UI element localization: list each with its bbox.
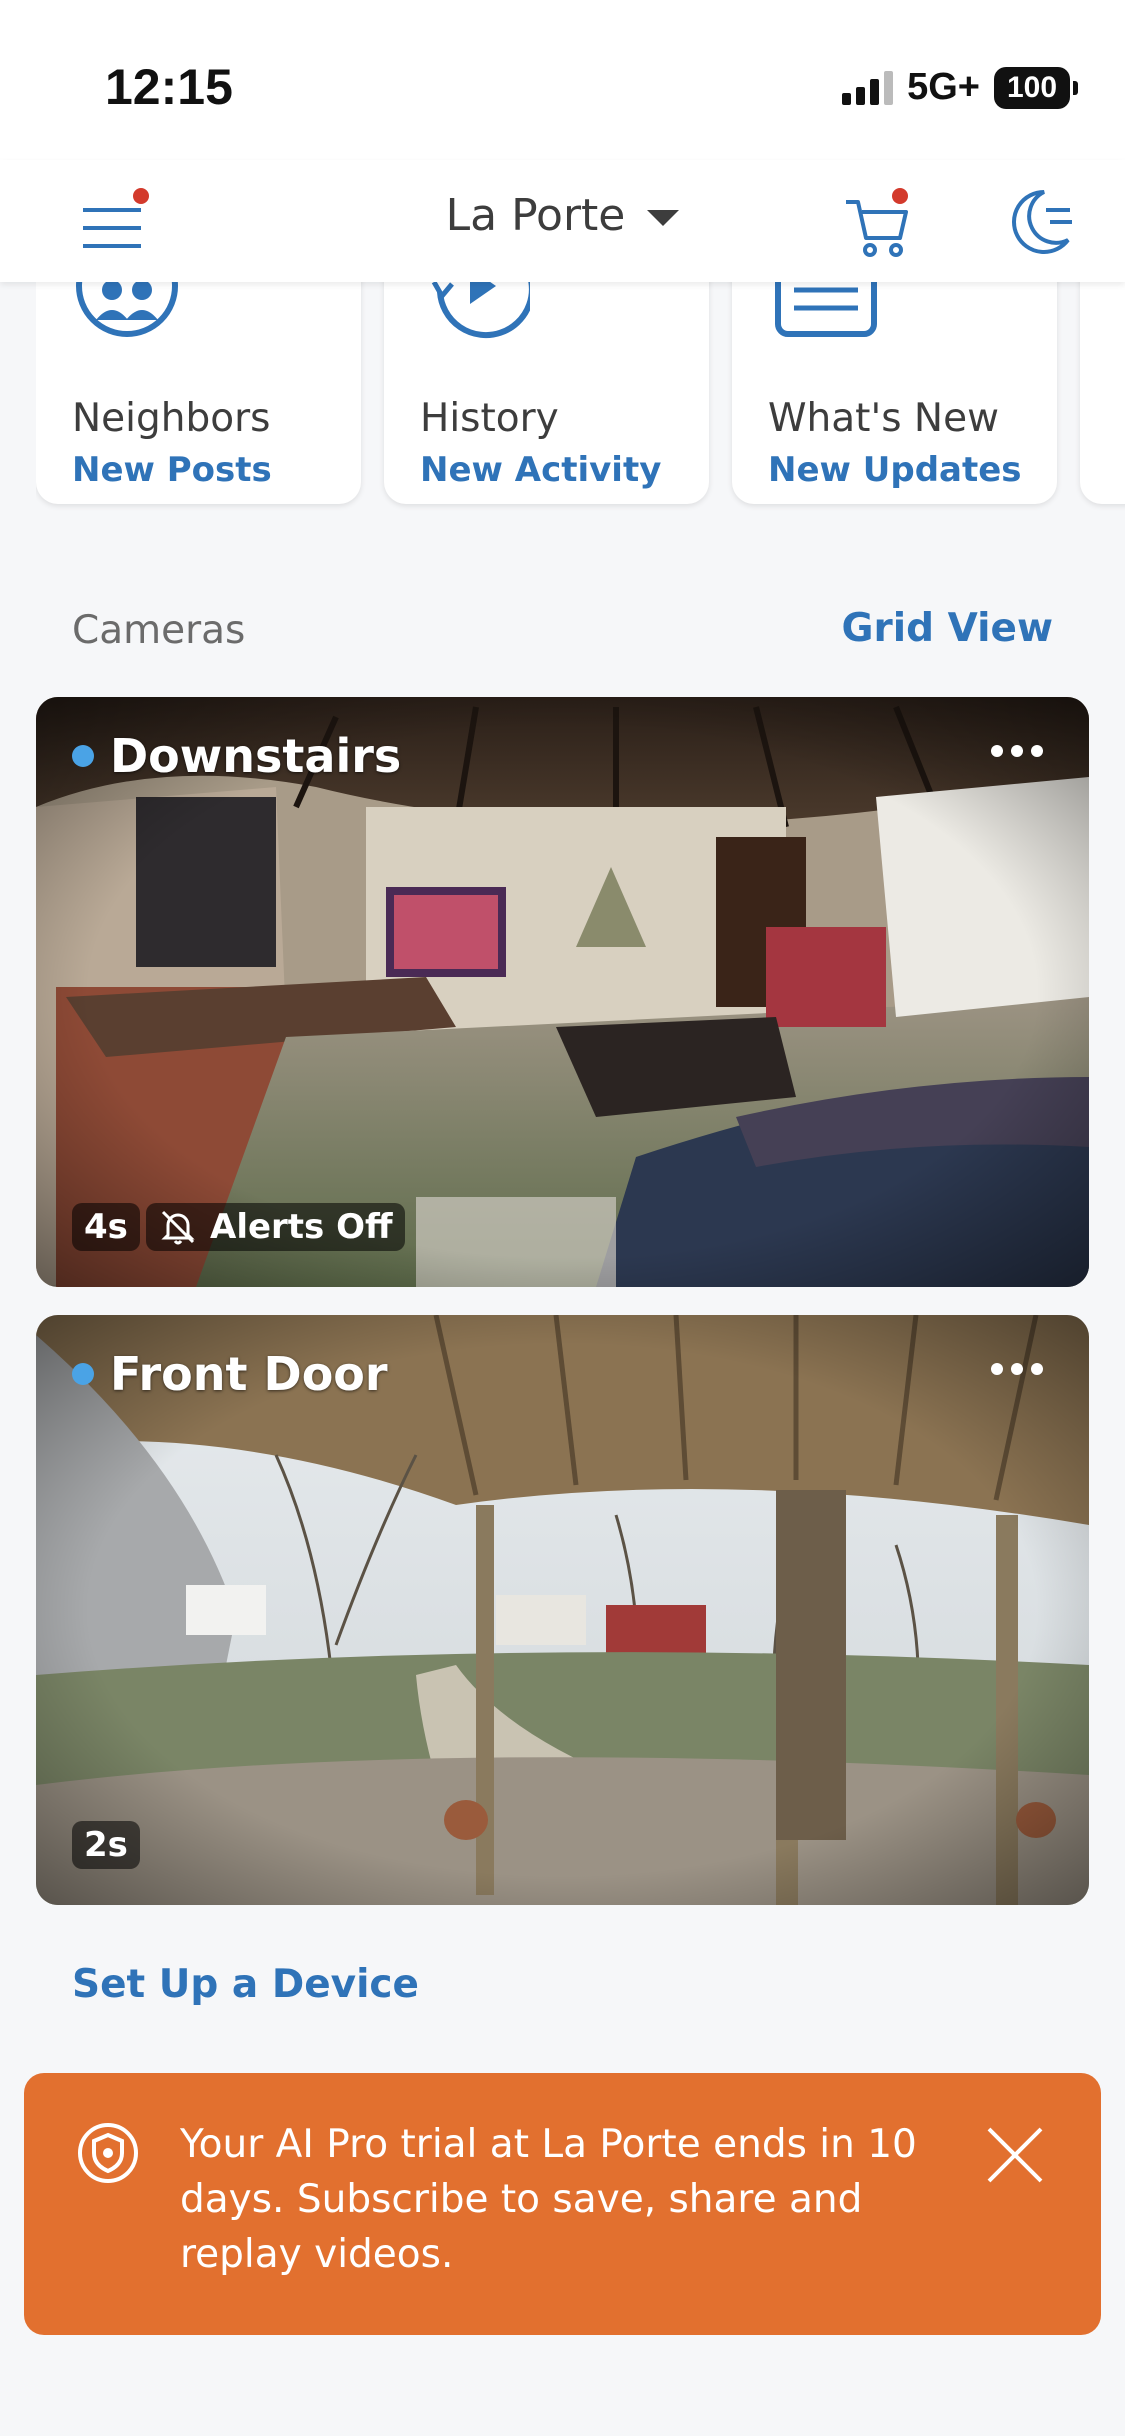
chevron-down-icon: [647, 209, 680, 226]
tile-history[interactable]: History New Activity: [384, 282, 709, 504]
location-name: La Porte: [445, 190, 626, 241]
tile-subtitle: New Updates: [768, 450, 1022, 490]
status-bar: 12:15 5G+ 100: [0, 0, 1125, 160]
status-indicators: 5G+ 100: [842, 66, 1078, 109]
more-options-icon[interactable]: [991, 1363, 1043, 1375]
tile-title: Neighbors: [72, 396, 271, 441]
status-time: 12:15: [105, 59, 233, 115]
trial-banner[interactable]: Your AI Pro trial at La Porte ends in 10…: [24, 2073, 1101, 2335]
close-icon[interactable]: [985, 2125, 1045, 2185]
front-porch-feed: [36, 1315, 1089, 1905]
tile-neighbors[interactable]: Neighbors New Posts: [36, 282, 361, 504]
tile-title: History: [420, 396, 559, 441]
notification-dot: [892, 188, 908, 204]
snapshot-age: 4s: [72, 1203, 140, 1251]
more-options-icon[interactable]: [991, 745, 1043, 757]
tile-subtitle: New Activity: [420, 450, 662, 490]
camera-name: Front Door: [110, 1347, 388, 1401]
tile-partial[interactable]: [1080, 282, 1125, 504]
battery-icon: 100: [994, 66, 1078, 109]
camera-card-downstairs[interactable]: Downstairs 4s Alerts Off: [36, 697, 1089, 1287]
camera-name: Downstairs: [110, 729, 402, 783]
snapshot-age: 2s: [72, 1821, 140, 1869]
tile-title: What's New: [768, 396, 999, 441]
alerts-label: Alerts Off: [210, 1207, 393, 1247]
alerts-status[interactable]: Alerts Off: [146, 1203, 405, 1251]
tile-subtitle: New Posts: [72, 450, 272, 490]
cameras-section-title: Cameras: [72, 608, 246, 653]
camera-card-front-door[interactable]: Front Door 2s: [36, 1315, 1089, 1905]
banner-message: Your AI Pro trial at La Porte ends in 10…: [180, 2122, 917, 2277]
tile-whats-new[interactable]: What's New New Updates: [732, 282, 1057, 504]
grid-view-link[interactable]: Grid View: [842, 606, 1053, 651]
cart-icon[interactable]: [838, 182, 918, 262]
network-type: 5G+: [907, 66, 980, 108]
bell-off-icon: [161, 1210, 195, 1245]
history-icon: [420, 282, 535, 372]
live-indicator: [72, 745, 94, 767]
camera-title: Front Door: [72, 1347, 388, 1401]
quick-tiles: Neighbors New Posts History New Activity…: [36, 282, 1125, 524]
setup-device-link[interactable]: Set Up a Device: [72, 1962, 419, 2007]
shield-icon: [76, 2121, 140, 2185]
camera-title: Downstairs: [72, 729, 401, 783]
app-header: La Porte: [0, 160, 1125, 282]
location-selector[interactable]: La Porte: [0, 190, 1125, 241]
live-indicator: [72, 1363, 94, 1385]
moon-icon[interactable]: [1000, 182, 1080, 262]
neighbors-icon: [72, 282, 182, 372]
news-icon: [768, 282, 878, 372]
signal-icon: [842, 70, 894, 105]
living-room-feed: [36, 697, 1089, 1287]
